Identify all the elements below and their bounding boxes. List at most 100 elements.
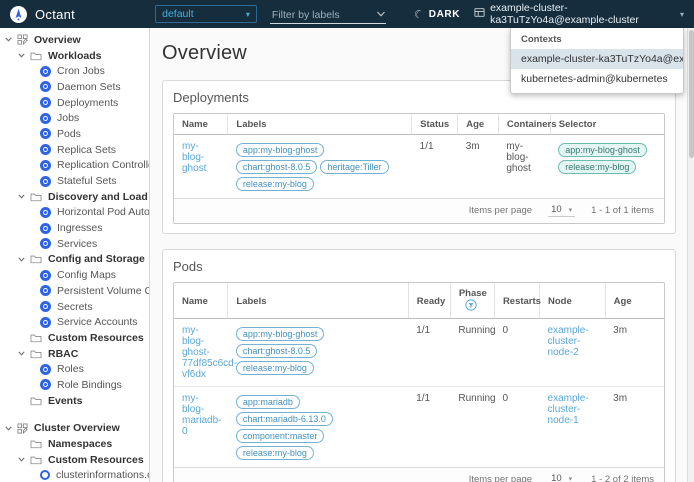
sidebar-item-events[interactable]: Events: [0, 393, 149, 409]
page-size-select[interactable]: 10 ▾: [548, 473, 575, 482]
sidebar-item-label: Pods: [57, 127, 81, 140]
label-tag: component:master: [235, 428, 325, 443]
chevron-down-icon[interactable]: [17, 349, 30, 358]
sidebar-item-jobs[interactable]: Jobs: [0, 110, 149, 126]
column-header-status[interactable]: Status: [411, 114, 458, 135]
sidebar-item-replication-controllers[interactable]: Replication Controllers: [0, 158, 149, 174]
sidebar-item-services[interactable]: Services: [0, 236, 149, 252]
resource-icon: [40, 316, 51, 328]
column-header-label: Status: [420, 119, 450, 130]
cards: Deployments Name Labels Status Age Containers…: [162, 80, 676, 482]
sidebar-item-config-and-storage[interactable]: Config and Storage: [0, 252, 149, 268]
sidebar-item-service-accounts[interactable]: Service Accounts: [0, 314, 149, 330]
column-header-label: Name: [182, 119, 208, 130]
page-size-select[interactable]: 10 ▾: [548, 204, 576, 217]
chevron-down-icon[interactable]: [376, 6, 386, 24]
pagination-range: 1 - 2 of 2 items: [591, 474, 654, 482]
sidebar-item-label: Secrets: [57, 300, 93, 313]
sidebar-item-label: Role Bindings: [57, 378, 122, 391]
sidebar-item-cron-jobs[interactable]: Cron Jobs: [0, 63, 149, 79]
column-header-label: Phase: [458, 288, 487, 299]
namespace-select-value: default: [162, 8, 194, 20]
sidebar-item-rbac[interactable]: RBAC: [0, 346, 149, 362]
label-tag: release:my-blog: [235, 445, 314, 460]
sidebar-item-label: Namespaces: [48, 438, 113, 451]
column-header-restarts[interactable]: Restarts: [493, 283, 541, 319]
context-dropdown-title: Contexts: [521, 34, 562, 45]
sidebar-item-daemon-sets[interactable]: Daemon Sets: [0, 79, 149, 95]
sidebar-item-role-bindings[interactable]: Role Bindings: [0, 377, 149, 393]
chevron-down-icon[interactable]: [17, 192, 30, 201]
sidebar-item-label: Roles: [57, 363, 84, 376]
column-header-node[interactable]: Node: [539, 283, 606, 319]
sidebar-item-discovery-and-load-balancing[interactable]: Discovery and Load Balancing: [0, 189, 149, 205]
sidebar-item-deployments[interactable]: Deployments: [0, 95, 149, 111]
sidebar-item-ingresses[interactable]: Ingresses: [0, 220, 149, 236]
folder-icon: [30, 192, 42, 202]
folder-icon: [30, 396, 42, 406]
resource-icon: [40, 269, 51, 281]
chevron-down-icon[interactable]: [17, 255, 30, 264]
sidebar-item-stateful-sets[interactable]: Stateful Sets: [0, 173, 149, 189]
resource-icon: [40, 363, 51, 375]
sidebar-item-cluster-overview[interactable]: Cluster Overview: [0, 421, 149, 437]
scrollbar-thumb[interactable]: [688, 30, 694, 158]
column-header-phase[interactable]: Phase: [449, 283, 495, 319]
context-dropdown: Contexts example-cluster-ka3TuTzYo4a@exa…: [510, 28, 684, 94]
column-header-age[interactable]: Age: [604, 283, 664, 319]
resource-icon: [40, 175, 51, 187]
cell-text: 1/1: [419, 141, 434, 152]
chevron-down-icon[interactable]: [17, 51, 30, 60]
column-header-selector[interactable]: Selector: [549, 114, 664, 135]
column-header-age[interactable]: Age: [457, 114, 499, 135]
sidebar-item-label: Ingresses: [57, 222, 103, 235]
column-header-name[interactable]: Name: [174, 114, 228, 135]
app-title: Octant: [35, 6, 76, 22]
column-header-label: Restarts: [502, 295, 541, 307]
resource-link[interactable]: my-blog-ghost: [182, 141, 206, 174]
sidebar-item-custom-resources[interactable]: Custom Resources: [0, 452, 149, 468]
resource-icon: [40, 301, 51, 313]
folder-icon: [30, 439, 42, 449]
label-filter-input[interactable]: [269, 6, 386, 24]
context-selector[interactable]: example-cluster-ka3TuTzYo4a@example-clus…: [474, 2, 684, 26]
sidebar-item-pods[interactable]: Pods: [0, 126, 149, 142]
resource-icon: [40, 238, 51, 250]
filter-icon[interactable]: [465, 299, 477, 314]
vertical-scrollbar[interactable]: [687, 28, 694, 482]
chevron-down-icon[interactable]: [4, 35, 17, 44]
chevron-down-icon[interactable]: [4, 424, 17, 433]
sidebar-item-overview[interactable]: Overview: [0, 32, 149, 48]
column-header-label: Name: [182, 295, 208, 307]
theme-toggle[interactable]: ☾ DARK: [412, 7, 460, 21]
column-header-ready[interactable]: Ready: [407, 283, 451, 319]
column-header-label: Labels: [236, 119, 267, 130]
sidebar-item-label: Persistent Volume Claims: [57, 284, 149, 297]
column-header-labels[interactable]: Labels: [227, 283, 409, 319]
sidebar-item-secrets[interactable]: Secrets: [0, 299, 149, 315]
sidebar-item-label: clusterinformations.crd.projec: [56, 469, 149, 482]
context-option[interactable]: example-cluster-ka3TuTzYo4a@example-clu.…: [511, 49, 683, 69]
sidebar-item-custom-resources[interactable]: Custom Resources: [0, 330, 149, 346]
namespace-select[interactable]: default ▾: [155, 5, 257, 23]
column-header-name[interactable]: Name: [174, 283, 228, 319]
chevron-down-icon[interactable]: [17, 455, 30, 464]
sidebar-item-horizontal-pod-autoscalers[interactable]: Horizontal Pod Autoscalers: [0, 205, 149, 221]
sidebar-item-workloads[interactable]: Workloads: [0, 48, 149, 64]
column-header-labels[interactable]: Labels: [227, 114, 412, 135]
sidebar-item-roles[interactable]: Roles: [0, 361, 149, 377]
folder-icon: [30, 51, 42, 61]
label-tag: chart:ghost-8.0.5: [235, 159, 318, 174]
sidebar-item-config-maps[interactable]: Config Maps: [0, 267, 149, 283]
sidebar-item-clusterinformations-crd-projec[interactable]: clusterinformations.crd.projec: [0, 468, 149, 482]
resource-link[interactable]: example-cluster-node-2: [548, 325, 589, 358]
resource-link[interactable]: my-blog-mariadb-0: [182, 393, 221, 437]
sidebar-item-replica-sets[interactable]: Replica Sets: [0, 142, 149, 158]
resource-link[interactable]: example-cluster-node-1: [548, 393, 589, 426]
sidebar-item-persistent-volume-claims[interactable]: Persistent Volume Claims: [0, 283, 149, 299]
table-row: my-blog-mariadb-0 app:mariadb chart:mariad…: [174, 386, 664, 467]
cell-text: 3m: [613, 393, 628, 404]
context-option[interactable]: kubernetes-admin@kubernetes: [511, 69, 683, 89]
sidebar-item-namespaces[interactable]: Namespaces: [0, 436, 149, 452]
column-header-containers[interactable]: Containers: [497, 114, 556, 135]
